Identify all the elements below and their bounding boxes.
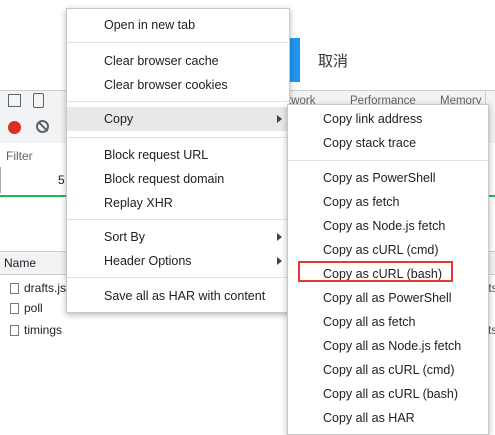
menu-item-save-har[interactable]: Save all as HAR with content — [67, 284, 289, 308]
timeline-tick — [0, 167, 1, 193]
menu-item-copy-stack-trace[interactable]: Copy stack trace — [288, 131, 488, 155]
menu-item-copy-all-as-powershell[interactable]: Copy all as PowerShell — [288, 286, 488, 310]
menu-item-block-url[interactable]: Block request URL — [67, 143, 289, 167]
filter-input[interactable]: Filter — [6, 149, 33, 163]
menu-separator — [67, 137, 289, 138]
menu-item-clear-cookies[interactable]: Clear browser cookies — [67, 73, 289, 97]
highlight-annotation-box — [298, 261, 453, 282]
file-icon — [10, 325, 19, 336]
menu-separator — [67, 219, 289, 220]
context-menu: Open in new tab Clear browser cache Clea… — [66, 8, 290, 313]
cancel-button[interactable]: 取消 — [318, 50, 348, 71]
name-column-header[interactable]: Name — [4, 256, 36, 270]
chevron-right-icon — [277, 115, 282, 123]
menu-item-header-options[interactable]: Header Options — [67, 249, 289, 273]
menu-item-copy-all-as-har[interactable]: Copy all as HAR — [288, 406, 488, 430]
menu-item-open-new-tab[interactable]: Open in new tab — [67, 13, 289, 37]
menu-item-copy-all-as-fetch[interactable]: Copy all as fetch — [288, 310, 488, 334]
menu-separator — [67, 101, 289, 102]
menu-item-replay-xhr[interactable]: Replay XHR — [67, 191, 289, 215]
menu-item-copy-as-nodejs-fetch[interactable]: Copy as Node.js fetch — [288, 214, 488, 238]
menu-item-copy-as-curl-cmd[interactable]: Copy as cURL (cmd) — [288, 238, 488, 262]
menu-item-copy-link-address[interactable]: Copy link address — [288, 107, 488, 131]
timeline-label: 5 — [58, 173, 65, 187]
menu-item-copy-all-as-nodejs-fetch[interactable]: Copy all as Node.js fetch — [288, 334, 488, 358]
menu-item-copy[interactable]: Copy — [67, 107, 289, 131]
request-name: timings — [24, 323, 63, 337]
menu-item-copy-label: Copy — [104, 112, 134, 126]
record-icon[interactable] — [8, 121, 21, 134]
request-name: drafts.js — [24, 281, 67, 295]
menu-item-copy-as-powershell[interactable]: Copy as PowerShell — [288, 166, 488, 190]
device-toolbar-icon[interactable] — [33, 93, 44, 108]
row-fragment: ts — [488, 323, 495, 337]
clear-icon[interactable] — [36, 120, 49, 133]
menu-separator — [288, 160, 488, 161]
menu-item-copy-all-as-curl-cmd[interactable]: Copy all as cURL (cmd) — [288, 358, 488, 382]
chevron-right-icon — [277, 233, 282, 241]
menu-item-header-options-label: Header Options — [104, 254, 192, 268]
inspect-element-icon[interactable] — [8, 94, 21, 107]
menu-item-sort-by-label: Sort By — [104, 230, 145, 244]
menu-separator — [67, 42, 289, 43]
menu-item-copy-all-as-curl-bash[interactable]: Copy all as cURL (bash) — [288, 382, 488, 406]
menu-item-sort-by[interactable]: Sort By — [67, 225, 289, 249]
file-icon — [10, 303, 19, 314]
request-name: poll — [24, 301, 43, 315]
menu-item-copy-as-fetch[interactable]: Copy as fetch — [288, 190, 488, 214]
menu-item-block-domain[interactable]: Block request domain — [67, 167, 289, 191]
menu-item-clear-cache[interactable]: Clear browser cache — [67, 49, 289, 73]
chevron-right-icon — [277, 257, 282, 265]
menu-separator — [67, 277, 289, 278]
file-icon — [10, 283, 19, 294]
